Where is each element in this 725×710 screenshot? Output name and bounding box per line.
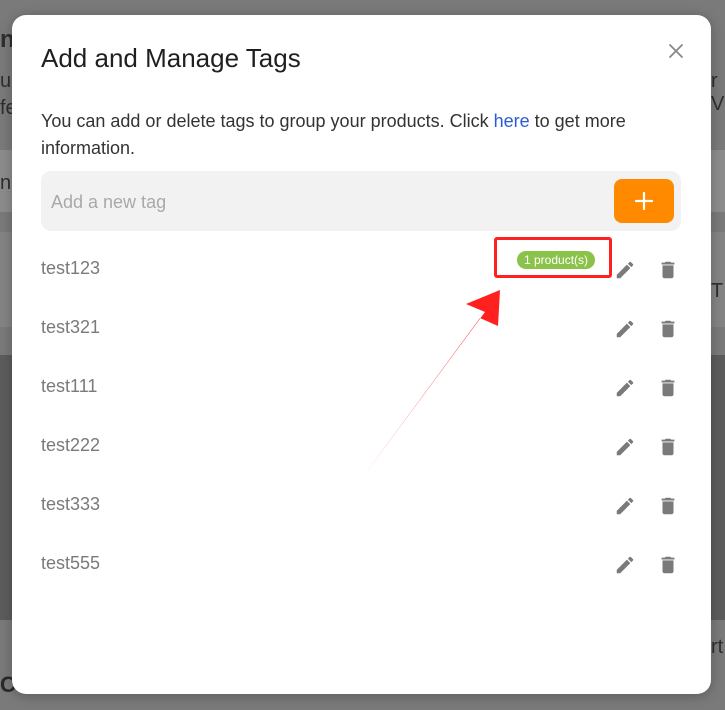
edit-tag-button[interactable] <box>611 492 639 520</box>
background-text: u <box>0 70 12 92</box>
trash-icon <box>661 556 675 574</box>
trash-icon <box>661 497 675 515</box>
delete-tag-button[interactable] <box>654 433 682 461</box>
tag-row: test555 <box>41 545 681 585</box>
plus-icon <box>634 191 654 211</box>
tag-row: test333 <box>41 486 681 526</box>
pencil-icon <box>616 261 634 279</box>
tag-row: test321 <box>41 309 681 349</box>
tag-name: test555 <box>41 553 101 573</box>
edit-tag-button[interactable] <box>611 374 639 402</box>
close-icon <box>669 44 683 58</box>
delete-tag-button[interactable] <box>654 551 682 579</box>
delete-tag-button[interactable] <box>654 315 682 343</box>
modal-description: You can add or delete tags to group your… <box>41 108 661 162</box>
background-text: r V <box>711 70 725 115</box>
delete-tag-button[interactable] <box>654 492 682 520</box>
annotation-highlight-box: 1 product(s) <box>494 237 612 278</box>
modal-title: Add and Manage Tags <box>41 43 301 73</box>
manage-tags-modal: Add and Manage Tags You can add or delet… <box>12 15 711 694</box>
background-text: n <box>0 172 12 194</box>
pencil-icon <box>616 320 634 338</box>
trash-icon <box>661 261 675 279</box>
pencil-icon <box>616 438 634 456</box>
edit-tag-button[interactable] <box>611 256 639 284</box>
pencil-icon <box>616 379 634 397</box>
background-card <box>711 355 725 620</box>
info-link[interactable]: here <box>494 111 530 131</box>
tag-name: test222 <box>41 435 101 455</box>
background-text: rt <box>711 636 724 658</box>
edit-tag-button[interactable] <box>611 315 639 343</box>
pencil-icon <box>616 497 634 515</box>
new-tag-row <box>41 171 681 231</box>
background-text: T <box>711 280 724 302</box>
trash-icon <box>661 379 675 397</box>
delete-tag-button[interactable] <box>654 256 682 284</box>
trash-icon <box>661 320 675 338</box>
tag-name: test321 <box>41 317 101 337</box>
tag-row: test123 1 product(s) <box>41 237 682 290</box>
product-count-badge: 1 product(s) <box>517 251 596 269</box>
trash-icon <box>661 438 675 456</box>
pencil-icon <box>616 556 634 574</box>
close-button[interactable] <box>664 39 688 63</box>
tag-row: test222 <box>41 427 681 467</box>
add-tag-button[interactable] <box>614 179 674 223</box>
background-card <box>0 355 12 620</box>
edit-tag-button[interactable] <box>611 551 639 579</box>
tag-name: test111 <box>41 376 98 396</box>
edit-tag-button[interactable] <box>611 433 639 461</box>
new-tag-input[interactable] <box>49 181 593 223</box>
description-text: You can add or delete tags to group your… <box>41 111 494 131</box>
tag-name: test333 <box>41 494 101 514</box>
tag-row: test111 <box>41 368 681 408</box>
tag-name: test123 <box>41 258 101 278</box>
delete-tag-button[interactable] <box>654 374 682 402</box>
